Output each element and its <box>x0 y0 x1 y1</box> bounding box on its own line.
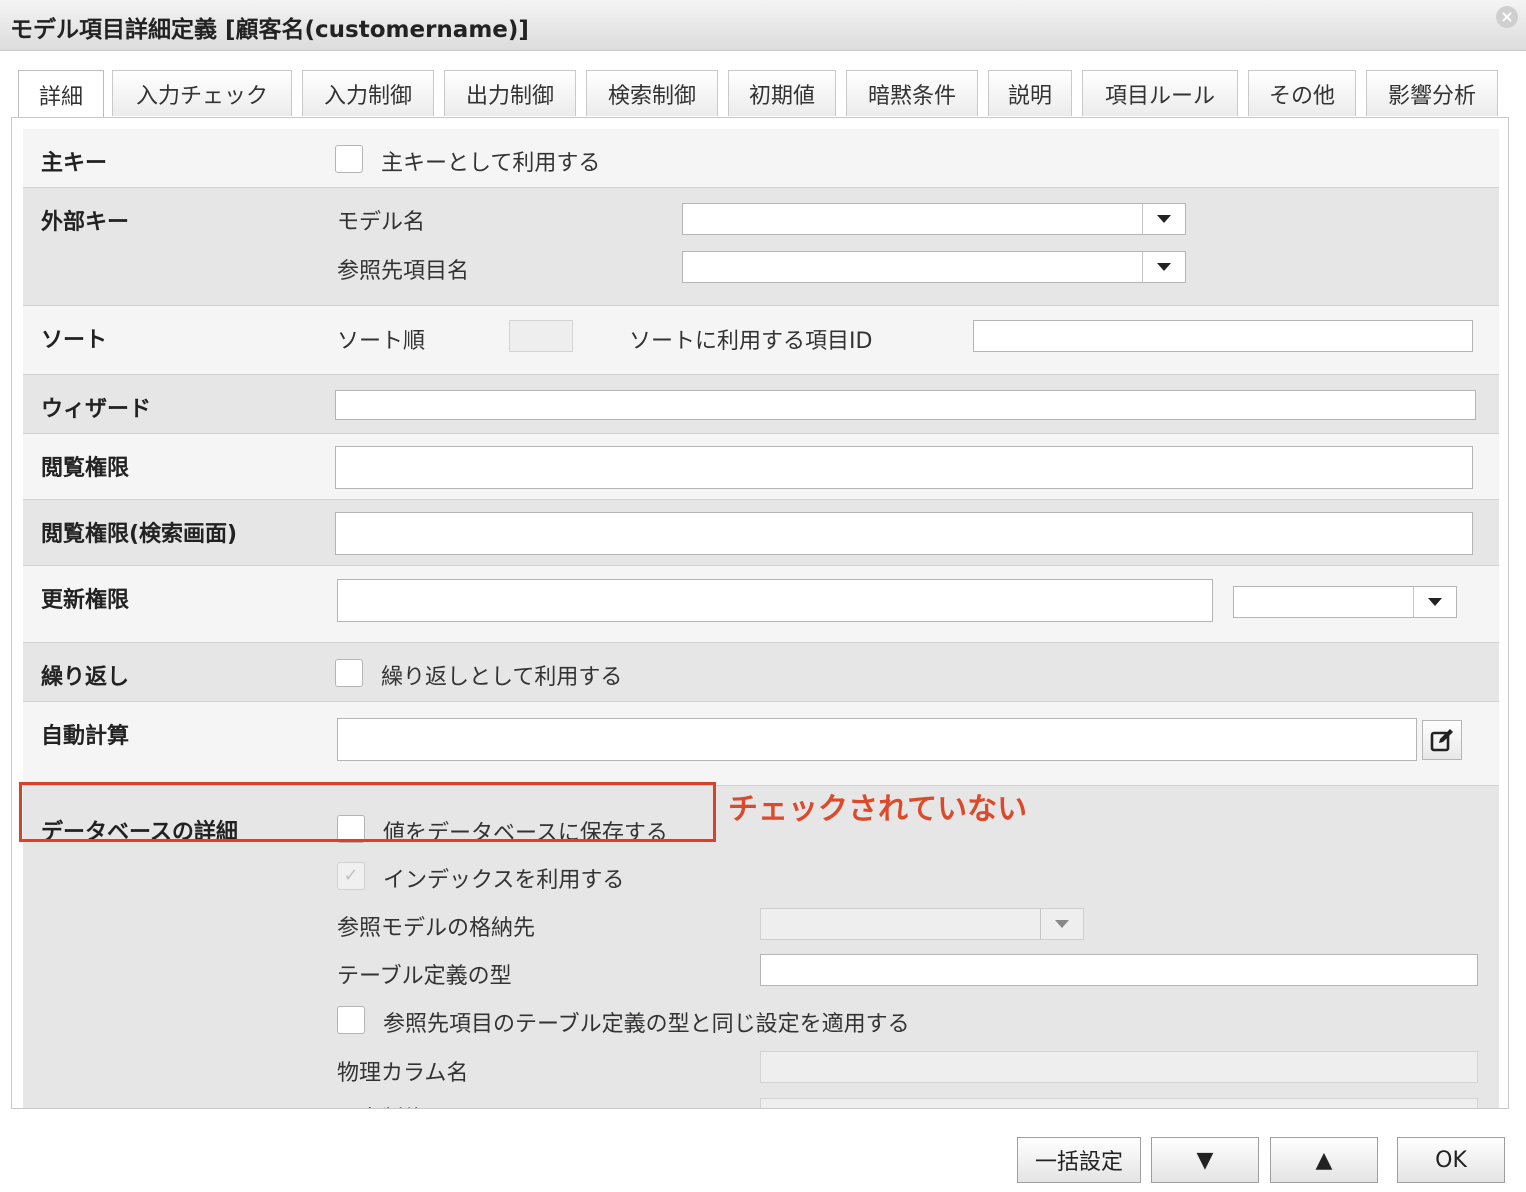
move-down-button[interactable]: ▼ <box>1151 1137 1259 1183</box>
move-up-button[interactable]: ▲ <box>1270 1137 1378 1183</box>
sort-order-label: ソート順 <box>337 329 426 354</box>
tab-output-control[interactable]: 出力制御 <box>444 70 576 116</box>
same-setting-label: 参照先項目のテーブル定義の型と同じ設定を適用する <box>383 1012 910 1037</box>
row-wizard: ウィザード <box>23 375 1499 434</box>
update-permission-input[interactable] <box>337 579 1213 622</box>
repeat-checkbox-label: 繰り返しとして利用する <box>381 665 623 690</box>
primary-key-checkbox[interactable] <box>335 145 363 173</box>
chevron-down-icon <box>1413 587 1456 617</box>
sort-item-id-label: ソートに利用する項目ID <box>629 329 873 354</box>
auto-calc-label: 自動計算 <box>41 724 130 749</box>
repeat-label: 繰り返し <box>41 665 130 690</box>
sort-order-input[interactable] <box>509 320 573 352</box>
chevron-down-icon <box>1142 204 1185 234</box>
chevron-down-icon <box>1040 909 1083 939</box>
primary-key-checkbox-label: 主キーとして利用する <box>381 151 601 176</box>
model-name-label: モデル名 <box>337 210 426 235</box>
same-setting-checkbox[interactable] <box>337 1006 365 1034</box>
row-view-permission-search: 閲覧権限(検索画面) <box>23 500 1499 566</box>
view-permission-input[interactable] <box>335 446 1473 489</box>
view-permission-search-label: 閲覧権限(検索画面) <box>41 522 238 547</box>
tab-other[interactable]: その他 <box>1248 70 1356 116</box>
ref-item-name-select[interactable] <box>682 251 1186 283</box>
dialog-title: モデル項目詳細定義 [顧客名(customername)] <box>10 17 529 43</box>
ref-model-storage-label: 参照モデルの格納先 <box>337 916 536 941</box>
row-view-permission: 閲覧権限 <box>23 434 1499 500</box>
annotation-highlight-box <box>19 782 716 842</box>
foreign-key-label: 外部キー <box>41 210 130 235</box>
ok-button[interactable]: OK <box>1397 1137 1505 1183</box>
tab-description[interactable]: 説明 <box>988 70 1072 116</box>
ref-item-name-label: 参照先項目名 <box>337 259 470 284</box>
tab-input-check[interactable]: 入力チェック <box>112 70 292 116</box>
dialog-titlebar: モデル項目詳細定義 [顧客名(customername)] × <box>0 0 1526 51</box>
view-permission-label: 閲覧権限 <box>41 456 130 481</box>
edit-icon <box>1430 729 1453 752</box>
sort-item-id-input[interactable] <box>973 320 1473 352</box>
row-repeat: 繰り返し 繰り返しとして利用する <box>23 643 1499 702</box>
bulk-setting-button[interactable]: 一括設定 <box>1017 1137 1141 1183</box>
row-foreign-key: 外部キー モデル名 参照先項目名 <box>23 188 1499 306</box>
auto-calc-input[interactable] <box>337 718 1417 761</box>
ref-model-storage-select[interactable] <box>760 908 1084 940</box>
edit-button[interactable] <box>1422 720 1462 760</box>
wizard-input[interactable] <box>335 390 1476 420</box>
tab-initial-value[interactable]: 初期値 <box>728 70 836 116</box>
unique-check-input[interactable] <box>760 1098 1478 1108</box>
unique-check-label: 一意制約をチェックする <box>337 1101 579 1108</box>
use-index-label: インデックスを利用する <box>383 868 625 893</box>
tab-detail[interactable]: 詳細 <box>18 70 104 119</box>
detail-panel: 主キー 主キーとして利用する 外部キー モデル名 参照先項目名 ソート ソート順… <box>11 117 1509 1109</box>
tab-input-control[interactable]: 入力制御 <box>302 70 434 116</box>
use-index-checkbox[interactable]: ✓ <box>337 862 365 890</box>
row-primary-key: 主キー 主キーとして利用する <box>23 129 1499 188</box>
row-sort: ソート ソート順 ソートに利用する項目ID <box>23 306 1499 375</box>
physical-column-label: 物理カラム名 <box>337 1061 469 1086</box>
physical-column-input[interactable] <box>760 1051 1478 1083</box>
repeat-checkbox[interactable] <box>335 659 363 687</box>
update-permission-label: 更新権限 <box>41 588 130 613</box>
close-icon[interactable]: × <box>1496 6 1518 28</box>
table-def-type-label: テーブル定義の型 <box>337 964 512 989</box>
row-auto-calc: 自動計算 <box>23 702 1499 786</box>
tab-search-control[interactable]: 検索制御 <box>586 70 718 116</box>
table-def-type-input[interactable] <box>760 954 1478 986</box>
view-permission-search-input[interactable] <box>335 512 1473 555</box>
wizard-label: ウィザード <box>41 397 152 422</box>
primary-key-label: 主キー <box>41 151 108 176</box>
tab-impact-analysis[interactable]: 影響分析 <box>1366 70 1498 116</box>
annotation-text: チェックされていない <box>728 792 1028 827</box>
update-permission-select[interactable] <box>1233 586 1457 618</box>
chevron-down-icon <box>1142 252 1185 282</box>
model-name-select[interactable] <box>682 203 1186 235</box>
sort-label: ソート <box>41 328 108 353</box>
tab-item-rule[interactable]: 項目ルール <box>1082 70 1238 116</box>
row-update-permission: 更新権限 <box>23 566 1499 643</box>
tab-implicit-condition[interactable]: 暗黙条件 <box>846 70 978 116</box>
